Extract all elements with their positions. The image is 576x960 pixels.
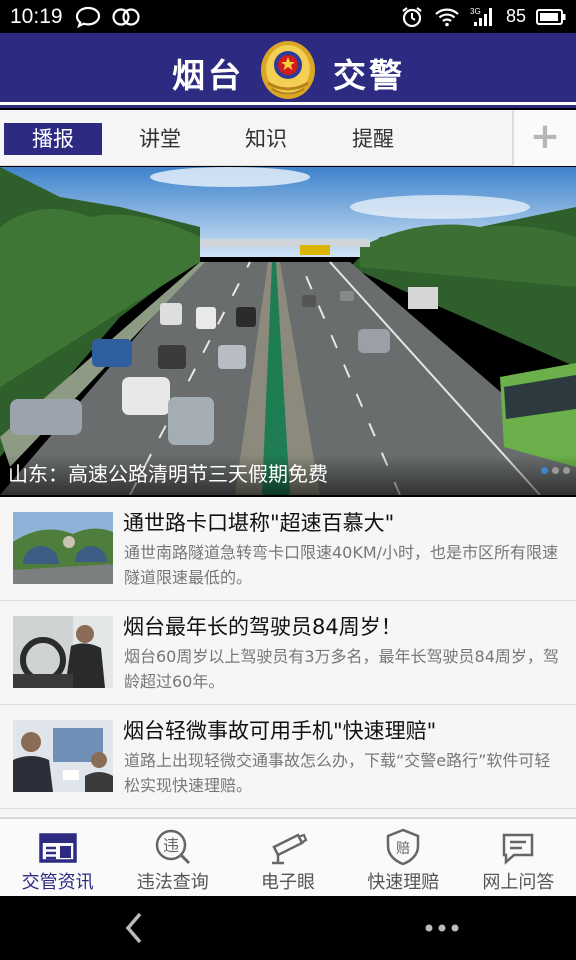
bottom-nav: 交管资讯 违 违法查询 电子眼 赔 快速理赔 网上问答 [0,817,576,896]
header-title-left: 烟台 [172,56,244,95]
tab-reminder[interactable]: 提醒 [324,123,422,155]
news-thumbnail [13,512,113,584]
tab-knowledge[interactable]: 知识 [217,123,315,155]
carousel-dot [552,467,559,474]
battery-icon [536,8,566,25]
tab-bar: 播报 讲堂 知识 提醒 + [0,110,576,166]
news-list: 通世路卡口堪称"超速百慕大" 通世南路隧道急转弯卡口限速40KM/小时，也是市区… [0,497,576,817]
status-time: 10:19 [10,4,63,28]
news-title: 烟台最年长的驾驶员84周岁！ [123,615,402,639]
svg-text:赔: 赔 [396,841,410,857]
news-thumbnail [13,720,113,792]
header-title-right: 交警 [333,56,405,95]
wifi-icon [435,8,459,26]
police-emblem-logo [261,41,315,99]
nav-label: 网上问答 [482,872,555,893]
news-summary: 道路上出现轻微交通事故怎么办，下载“交警e路行”软件可轻松实现快速理赔。 [124,751,551,795]
news-item[interactable]: 烟台最年长的驾驶员84周岁！ 烟台60周岁以上驾驶员有3万多名，最年长驾驶员84… [0,601,576,705]
nav-quick-claim[interactable]: 赔 快速理赔 [346,819,461,896]
system-nav-bar [0,896,576,960]
tab-lecture[interactable]: 讲堂 [111,123,209,155]
alarm-clock-icon [402,6,422,27]
add-tab-button[interactable]: + [512,110,576,166]
signal-3g-icon: 3G [470,7,492,26]
svg-text:违: 违 [163,836,179,855]
nav-label: 电子眼 [261,872,315,893]
news-thumbnail [13,616,113,688]
news-summary: 烟台60周岁以上驾驶员有3万多名，最年长驾驶员84周岁，驾龄超过60年。 [124,647,559,691]
message-bubble-icon [75,6,100,28]
tab-broadcast[interactable]: 播报 [4,123,102,155]
news-icon [38,833,77,863]
nav-traffic-news[interactable]: 交管资讯 [0,819,115,896]
news-item[interactable]: 通世路卡口堪称"超速百慕大" 通世南路隧道急转弯卡口限速40KM/小时，也是市区… [0,497,576,601]
banner-image-highway [0,167,576,495]
claim-shield-icon: 赔 [386,828,420,866]
camera-icon [272,833,308,865]
status-bar: 10:19 3G 85 [0,0,576,33]
app-header: 烟台 交警 [0,33,576,105]
news-title: 烟台轻微事故可用手机"快速理赔" [123,719,437,743]
nav-label: 交管资讯 [21,872,94,893]
nav-online-qa[interactable]: 网上问答 [461,819,576,896]
back-icon[interactable] [120,910,150,946]
nav-label: 快速理赔 [367,872,440,893]
banner-carousel[interactable]: 山东：高速公路清明节三天假期免费 [0,167,576,495]
nav-label: 违法查询 [136,872,209,893]
more-dots-icon[interactable] [424,922,460,934]
news-summary: 通世南路隧道急转弯卡口限速40KM/小时，也是市区所有限速隧道限速最低的。 [124,543,559,587]
battery-percent: 85 [505,6,526,26]
news-item[interactable]: 烟台轻微事故可用手机"快速理赔" 道路上出现轻微交通事故怎么办，下载“交警e路行… [0,705,576,809]
carousel-dot [563,467,570,474]
chat-icon [503,833,534,865]
news-title: 通世路卡口堪称"超速百慕大" [123,511,395,535]
nav-violation-query[interactable]: 违 违法查询 [115,819,230,896]
banner-caption: 山东：高速公路清明节三天假期免费 [8,462,328,486]
carousel-dot [541,467,548,474]
carousel-indicator [541,467,570,474]
nav-electronic-eye[interactable]: 电子眼 [230,819,345,896]
link-rings-icon [111,7,140,26]
svg-text:3G: 3G [470,7,481,16]
violation-icon: 违 [155,829,190,865]
